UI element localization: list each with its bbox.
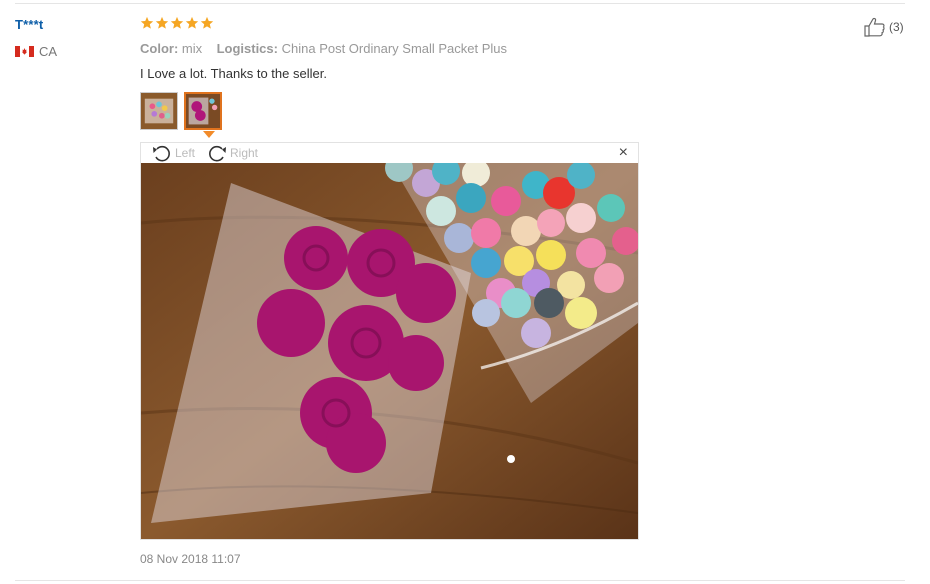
helpful-count: (3) bbox=[889, 20, 904, 34]
photo-thumbnails bbox=[140, 92, 222, 130]
review-photo-image bbox=[141, 163, 638, 539]
star-icon bbox=[200, 16, 214, 29]
close-icon[interactable]: × bbox=[619, 145, 628, 161]
rotate-left-button[interactable]: Left bbox=[151, 143, 195, 163]
star-icon bbox=[185, 16, 199, 29]
top-divider bbox=[15, 3, 905, 4]
logistics-label: Logistics: bbox=[216, 41, 278, 56]
selected-thumbnail-pointer bbox=[203, 131, 215, 138]
star-icon bbox=[170, 16, 184, 29]
rotate-right-label: Right bbox=[230, 146, 259, 160]
color-value: mix bbox=[181, 41, 203, 56]
country-code: CA bbox=[39, 44, 58, 59]
review-text: I Love a lot. Thanks to the seller. bbox=[140, 66, 327, 81]
star-icon bbox=[155, 16, 169, 29]
rotate-left-icon bbox=[153, 145, 170, 162]
logistics-value: China Post Ordinary Small Packet Plus bbox=[281, 41, 508, 56]
flag-icon bbox=[15, 46, 34, 57]
color-label: Color: bbox=[140, 41, 179, 56]
reviewer-name[interactable]: T***t bbox=[15, 17, 43, 32]
review-date: 08 Nov 2018 11:07 bbox=[140, 552, 241, 566]
reviewer-country: CA bbox=[15, 44, 57, 59]
photo-viewer: Left Right × bbox=[140, 142, 639, 540]
order-meta: Color: mix Logistics: China Post Ordinar… bbox=[140, 41, 507, 56]
thumbnail-image-2 bbox=[186, 94, 220, 128]
star-rating bbox=[140, 16, 214, 30]
photo-thumbnail[interactable] bbox=[140, 92, 178, 130]
bottom-divider bbox=[15, 580, 905, 581]
star-icon bbox=[140, 16, 154, 29]
thumbs-up-icon bbox=[864, 17, 885, 37]
review-photo bbox=[141, 163, 638, 539]
photo-thumbnail-selected[interactable] bbox=[184, 92, 222, 130]
viewer-toolbar: Left Right × bbox=[141, 143, 638, 163]
rotate-right-icon bbox=[209, 145, 226, 162]
rotate-right-button[interactable]: Right bbox=[206, 143, 258, 163]
rotate-left-label: Left bbox=[175, 146, 196, 160]
helpful-button[interactable]: (3) bbox=[864, 17, 904, 37]
thumbnail-image-1 bbox=[141, 93, 177, 129]
